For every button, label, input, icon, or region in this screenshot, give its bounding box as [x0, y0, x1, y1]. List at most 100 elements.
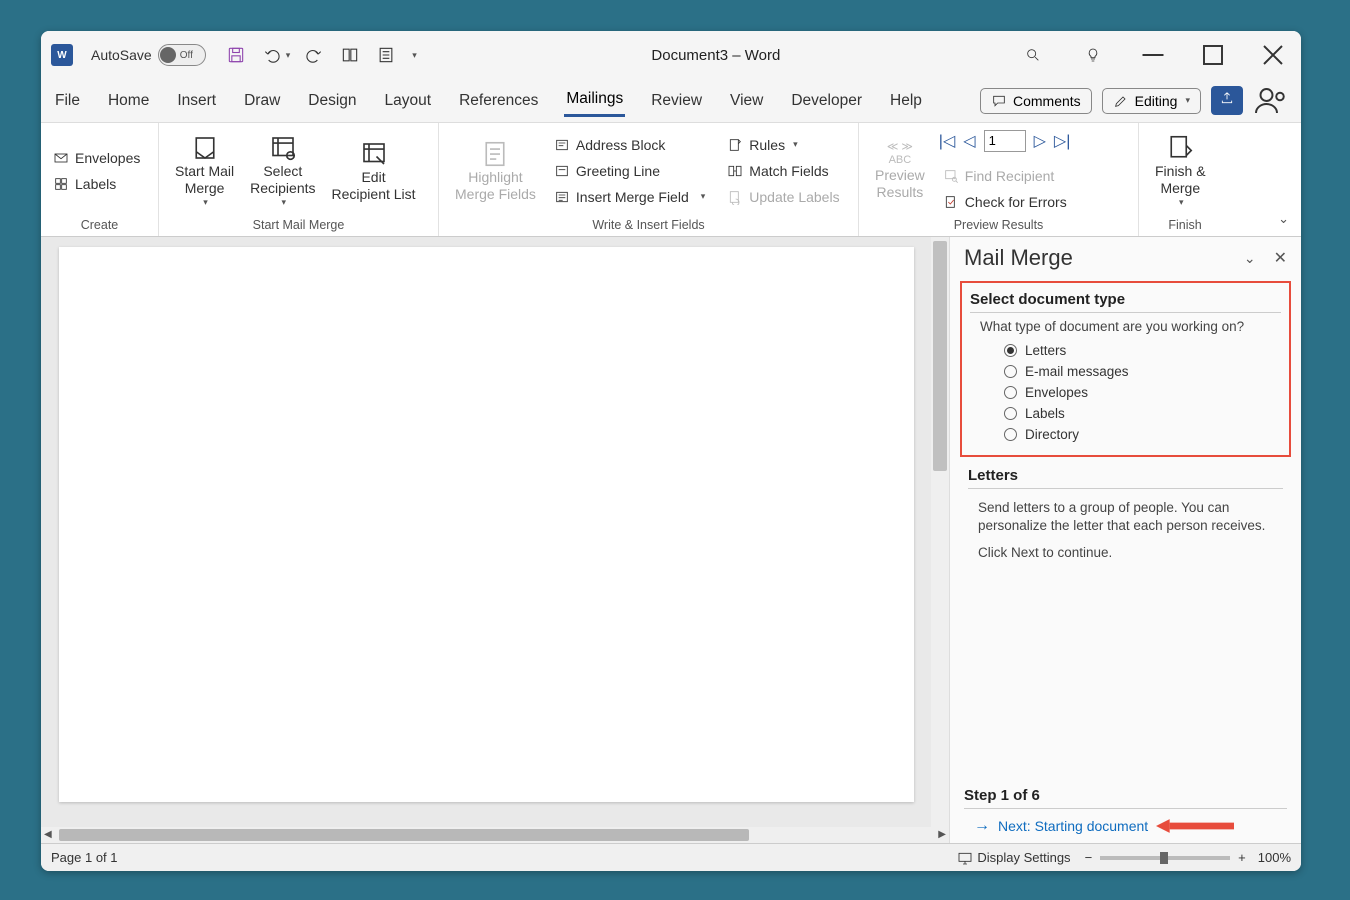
autosave-state: Off — [180, 50, 193, 61]
sec2-para2: Click Next to continue. — [968, 539, 1283, 566]
radio-labels[interactable]: Labels — [970, 403, 1281, 424]
envelopes-label: Envelopes — [75, 150, 140, 166]
gl-label: Greeting Line — [576, 163, 660, 179]
opt-directory: Directory — [1025, 427, 1079, 442]
last-record-icon[interactable]: ▷| — [1054, 131, 1070, 151]
start-mail-merge-button[interactable]: Start Mail Merge▾ — [167, 133, 242, 207]
opt-labels: Labels — [1025, 406, 1065, 421]
document-page[interactable] — [59, 247, 914, 802]
zoom-slider[interactable] — [1100, 856, 1230, 860]
scroll-left-icon[interactable]: ◀ — [44, 829, 52, 840]
radio-directory[interactable]: Directory — [970, 424, 1281, 445]
tab-draw[interactable]: Draw — [242, 86, 282, 116]
select-doc-type-section: Select document type What type of docume… — [960, 281, 1291, 457]
tab-mailings[interactable]: Mailings — [564, 84, 625, 117]
envelopes-button[interactable]: Envelopes — [49, 148, 144, 168]
tab-insert[interactable]: Insert — [175, 86, 218, 116]
tab-home[interactable]: Home — [106, 86, 151, 116]
check-errors-button[interactable]: Check for Errors — [939, 192, 1071, 212]
close-button[interactable] — [1255, 37, 1291, 73]
zoom-in-button[interactable]: + — [1238, 850, 1246, 865]
autosave-toggle[interactable]: Off — [158, 44, 206, 66]
letters-section: Letters Send letters to a group of peopl… — [960, 467, 1291, 566]
account-icon[interactable] — [1253, 83, 1289, 119]
highlight-merge-fields-button: Highlight Merge Fields — [447, 139, 544, 203]
vscroll-thumb[interactable] — [933, 241, 947, 471]
next-record-icon[interactable]: ▷ — [1034, 131, 1046, 151]
autosave-label: AutoSave — [91, 47, 152, 63]
search-button[interactable] — [1015, 37, 1051, 73]
radio-letters[interactable]: Letters — [970, 340, 1281, 361]
rules-label: Rules — [749, 137, 785, 153]
tab-references[interactable]: References — [457, 86, 540, 116]
tab-review[interactable]: Review — [649, 86, 704, 116]
scroll-right-icon[interactable]: ▶ — [938, 829, 946, 840]
select-recipients-button[interactable]: Select Recipients▾ — [242, 133, 323, 207]
collapse-ribbon-icon[interactable]: ⌄ — [1278, 211, 1289, 227]
next-step-link[interactable]: → Next: Starting document — [964, 817, 1287, 835]
help-lightbulb-icon[interactable] — [1075, 37, 1111, 73]
ab-label: Address Block — [576, 137, 665, 153]
zoom-out-button[interactable]: − — [1085, 850, 1093, 865]
display-settings-icon[interactable] — [957, 850, 973, 866]
pane-title: Mail Merge — [964, 245, 1244, 271]
save-button[interactable] — [224, 43, 248, 67]
tab-developer[interactable]: Developer — [789, 86, 864, 116]
finish-merge-button[interactable]: Finish & Merge▾ — [1147, 133, 1214, 207]
hscroll-thumb[interactable] — [59, 829, 749, 841]
greeting-line-button[interactable]: Greeting Line — [550, 161, 709, 181]
tab-design[interactable]: Design — [306, 86, 358, 116]
page-indicator[interactable]: Page 1 of 1 — [51, 850, 118, 865]
vertical-scrollbar[interactable]: ▼ — [931, 237, 949, 843]
undo-dropdown-icon[interactable]: ▾ — [286, 50, 291, 61]
quick-access-toolbar: ▾ ▾ — [224, 43, 417, 67]
comments-label: Comments — [1013, 93, 1081, 109]
tab-layout[interactable]: Layout — [383, 86, 434, 116]
first-record-icon[interactable]: |◁ — [939, 131, 955, 151]
group-preview-label: Preview Results — [859, 218, 1138, 236]
minimize-button[interactable] — [1135, 37, 1171, 73]
find-recipient-button: Find Recipient — [939, 166, 1071, 186]
match-fields-button[interactable]: Match Fields — [723, 161, 843, 181]
pane-collapse-icon[interactable]: ⌄ — [1244, 250, 1256, 267]
opt-email: E-mail messages — [1025, 364, 1129, 379]
share-button[interactable] — [1211, 86, 1243, 115]
radio-icon — [1004, 407, 1017, 420]
address-block-button[interactable]: Address Block — [550, 135, 709, 155]
display-settings-label[interactable]: Display Settings — [977, 850, 1070, 865]
undo-button[interactable] — [260, 43, 284, 67]
imf-label: Insert Merge Field — [576, 189, 689, 205]
preview-results-button: ≪ ≫ABCPreview Results — [867, 141, 933, 201]
radio-icon — [1004, 365, 1017, 378]
document-area[interactable]: ▼ ◀▶ — [41, 237, 949, 843]
fr-label: Find Recipient — [965, 168, 1055, 184]
editing-mode-button[interactable]: Editing▾ — [1102, 88, 1201, 114]
radio-email[interactable]: E-mail messages — [970, 361, 1281, 382]
insert-merge-field-button[interactable]: Insert Merge Field ▾ — [550, 187, 709, 207]
zoom-level[interactable]: 100% — [1258, 850, 1291, 865]
editing-label: Editing — [1135, 93, 1178, 109]
edit-recipient-list-button[interactable]: Edit Recipient List — [324, 139, 424, 203]
pane-close-icon[interactable]: ✕ — [1274, 248, 1287, 268]
maximize-button[interactable] — [1195, 37, 1231, 73]
horizontal-scrollbar[interactable]: ◀▶ — [41, 827, 949, 843]
qat-icon-2[interactable] — [374, 43, 398, 67]
tab-file[interactable]: File — [53, 86, 82, 116]
mail-merge-pane: Mail Merge ⌄ ✕ Select document type What… — [949, 237, 1301, 843]
labels-button[interactable]: Labels — [49, 174, 144, 194]
group-finish-label: Finish — [1139, 218, 1231, 236]
edit-rec-label: Edit Recipient List — [332, 169, 416, 203]
record-number-input[interactable] — [984, 130, 1026, 152]
tab-view[interactable]: View — [728, 86, 765, 116]
ce-label: Check for Errors — [965, 194, 1067, 210]
statusbar: Page 1 of 1 Display Settings − + 100% — [41, 843, 1301, 871]
comments-button[interactable]: Comments — [980, 88, 1092, 114]
prev-record-icon[interactable]: ◁ — [963, 131, 975, 151]
qat-icon-1[interactable] — [338, 43, 362, 67]
pr-label: Preview Results — [875, 167, 925, 201]
radio-envelopes[interactable]: Envelopes — [970, 382, 1281, 403]
tab-help[interactable]: Help — [888, 86, 924, 116]
zoom-knob[interactable] — [1160, 852, 1168, 864]
redo-button[interactable] — [302, 43, 326, 67]
rules-button[interactable]: Rules▾ — [723, 135, 843, 155]
